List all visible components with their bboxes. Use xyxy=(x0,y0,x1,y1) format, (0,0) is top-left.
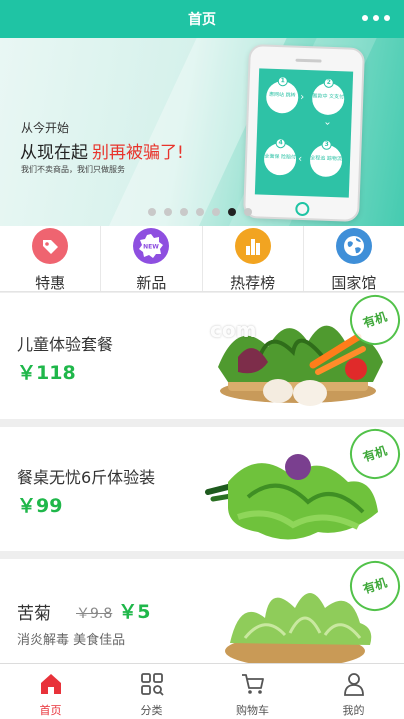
product-name-text: 苦菊 xyxy=(17,604,51,624)
home-icon xyxy=(40,674,61,694)
watermark-text: com xyxy=(210,318,257,342)
svg-text:NEW: NEW xyxy=(144,244,160,251)
product-price: ￥99 xyxy=(17,495,63,517)
user-icon xyxy=(343,673,364,696)
category-item-new[interactable]: NEW 新品 xyxy=(101,226,203,292)
product-name: 餐桌无忧6斤体验装 xyxy=(17,468,156,487)
carousel-dot[interactable] xyxy=(148,208,156,216)
product-card-frisee[interactable]: 苦菊 ￥9.8 ￥5 消炎解毒 美食佳品 有机 xyxy=(0,559,404,663)
tab-label: 分类 xyxy=(140,704,163,717)
tab-home[interactable]: 首页 xyxy=(0,664,101,719)
banner-line-3: 我们不卖商品，我们只做服务 xyxy=(21,165,125,174)
tab-cart[interactable]: 购物车 xyxy=(202,664,303,719)
arrow-down-icon: ⌄ xyxy=(323,116,332,128)
old-price: ￥9.8 xyxy=(76,606,113,622)
category-label: 新品 xyxy=(136,274,167,292)
carousel-dots xyxy=(148,208,252,216)
category-item-special-offer[interactable]: 特惠 xyxy=(0,226,102,292)
product-name: 苦菊 xyxy=(17,599,51,624)
globe-icon xyxy=(335,228,372,264)
tab-label: 首页 xyxy=(39,704,62,717)
product-card-kids-set[interactable]: 儿童体验套餐 ￥118 com 有机 xyxy=(0,293,404,419)
arrow-left-icon: ‹ xyxy=(297,153,303,165)
category-item-country-pavilion[interactable]: 国家馆 xyxy=(304,226,404,292)
cart-icon xyxy=(241,674,264,694)
carousel-dot[interactable] xyxy=(244,208,252,216)
product-price-group: ￥9.8 ￥5 xyxy=(76,597,151,624)
more-menu-icon[interactable] xyxy=(356,11,390,25)
step-3: 3 全程追 踪物流 xyxy=(309,139,343,178)
banner-line-2-black: 从现在起 xyxy=(20,143,88,163)
carousel-dot[interactable] xyxy=(164,208,172,216)
category-item-hot-list[interactable]: 热荐榜 xyxy=(203,226,304,292)
category-label: 特惠 xyxy=(35,274,66,292)
category-nav: 特惠 NEW 新品 热荐榜 国家馆 xyxy=(0,226,404,292)
category-label: 国家馆 xyxy=(331,274,377,292)
product-card-table-worry-free[interactable]: 餐桌无忧6斤体验装 ￥99 有机 xyxy=(0,427,404,551)
banner-line-1: 从今开始 xyxy=(21,121,70,135)
step-1: 1 惠网站 跳转 xyxy=(265,76,299,114)
phone-screen: 1 惠网站 跳转 › 2 暂款中 文支付 ⌄ 3 全程追 踪物流 ‹ 4 全面保 险赔付 xyxy=(254,68,354,198)
bar-chart-icon xyxy=(234,228,271,264)
tab-label: 购物车 xyxy=(236,704,269,717)
category-label: 热荐榜 xyxy=(230,274,276,292)
carousel-dot[interactable] xyxy=(228,208,236,216)
step-2: 2 暂款中 文支付 xyxy=(311,77,345,116)
carousel-dot[interactable] xyxy=(212,208,220,216)
promo-banner[interactable]: 从今开始 从现在起 别再被骗了! 我们不卖商品，我们只做服务 1 惠网站 跳转 › … xyxy=(0,38,404,226)
product-description: 消炎解毒 美食佳品 xyxy=(17,633,126,648)
product-price: ￥118 xyxy=(17,362,76,384)
tab-category[interactable]: 分类 xyxy=(101,664,202,719)
tab-label: 我的 xyxy=(342,704,365,717)
carousel-dot[interactable] xyxy=(180,208,188,216)
new-badge-icon: NEW xyxy=(133,228,170,264)
banner-line-2-red: 别再被骗了! xyxy=(92,143,184,163)
app-root: 首页 从今开始 从现在起 别再被骗了! 我们不卖商品，我们只做服务 1 惠网站 跳转… xyxy=(0,0,404,719)
phone-home-button xyxy=(295,201,310,217)
carousel-dot[interactable] xyxy=(196,208,204,216)
tag-icon xyxy=(32,228,69,264)
arrow-right-icon: › xyxy=(300,91,305,103)
product-price: ￥5 xyxy=(118,601,151,623)
tab-mine[interactable]: 我的 xyxy=(303,664,404,719)
top-header: 首页 xyxy=(0,0,404,38)
product-name: 儿童体验套餐 xyxy=(17,335,114,354)
category-grid-icon xyxy=(140,673,164,696)
step-4: 4 全面保 险赔付 xyxy=(263,138,297,176)
bottom-tab-bar: 首页 分类 购物车 我的 xyxy=(0,663,404,719)
phone-illustration: 1 惠网站 跳转 › 2 暂款中 文支付 ⌄ 3 全程追 踪物流 ‹ 4 全面保 险赔付 xyxy=(242,44,366,222)
page-title: 首页 xyxy=(188,12,216,28)
banner-line-2: 从现在起 别再被骗了! xyxy=(20,138,184,163)
